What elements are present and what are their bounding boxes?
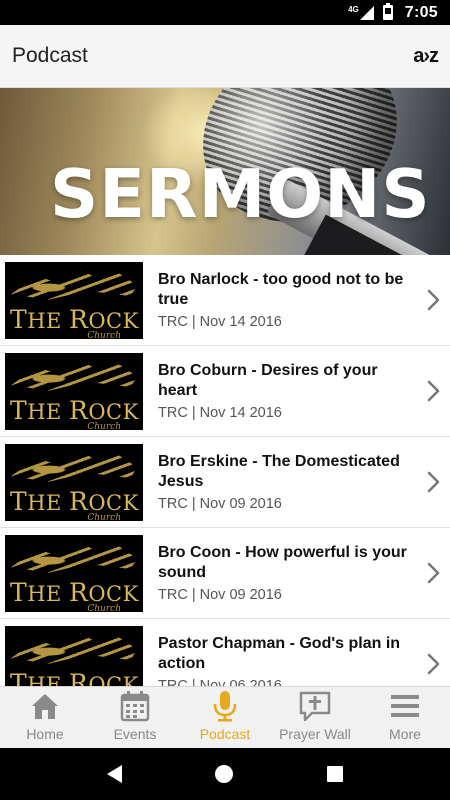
menu-icon: [391, 695, 419, 717]
nav-tab-podcast[interactable]: Podcast: [180, 687, 270, 748]
microphone-icon: [213, 691, 237, 722]
nav-tab-label: Prayer Wall: [279, 726, 351, 742]
thumbnail-logo-text: THE ROCK: [10, 395, 139, 425]
nav-tab-more[interactable]: More: [360, 687, 450, 748]
nav-tab-label: More: [389, 726, 421, 742]
sermons-banner: SERMONS: [0, 88, 450, 255]
prayer-icon: [299, 691, 331, 722]
sermon-list[interactable]: THE ROCK Church Bro Narlock - too good n…: [0, 255, 450, 686]
chevron-right-icon: [427, 471, 440, 493]
network-type: 4G: [348, 5, 359, 14]
system-nav-bar: [0, 748, 450, 800]
lion-logo-icon: [11, 360, 137, 391]
sermon-meta: TRC | Nov 14 2016: [158, 314, 282, 330]
sermon-meta: TRC | Nov 14 2016: [158, 405, 282, 421]
sermon-title: Pastor Chapman - God's plan in action: [158, 635, 401, 672]
thumbnail-church-text: Church: [87, 330, 121, 339]
status-bar: 4G 7:05: [0, 0, 450, 25]
lion-logo-icon: [11, 269, 137, 300]
app-bar: Podcast a›z: [0, 25, 450, 88]
sermon-title: Bro Coon - How powerful is your sound: [158, 544, 407, 581]
az-sort-button[interactable]: a›z: [413, 45, 439, 68]
bottom-nav: Home Events Podcast Prayer Wall More: [0, 686, 450, 748]
clock: 7:05: [404, 3, 438, 21]
thumbnail-logo-text: THE ROCK: [10, 304, 139, 334]
battery-icon: [382, 3, 393, 20]
sermon-title: Bro Narlock - too good not to be true: [158, 271, 404, 308]
signal-icon: [359, 5, 374, 20]
sermon-meta: TRC | Nov 09 2016: [158, 496, 282, 512]
sermon-meta: TRC | Nov 09 2016: [158, 587, 282, 603]
thumbnail-logo-text: THE ROCK: [10, 577, 139, 607]
banner-title: SERMONS: [50, 155, 431, 233]
page-title: Podcast: [12, 44, 88, 67]
nav-tab-prayer-wall[interactable]: Prayer Wall: [270, 687, 360, 748]
nav-tab-home[interactable]: Home: [0, 687, 90, 748]
nav-tab-events[interactable]: Events: [90, 687, 180, 748]
sermon-meta: TRC | Nov 06 2016: [158, 678, 282, 686]
sermon-list-item[interactable]: THE ROCK Church Bro Erskine - The Domest…: [0, 437, 450, 528]
the-rock-church-thumbnail: THE ROCK Church: [5, 534, 143, 612]
sermon-title: Bro Erskine - The Domesticated Jesus: [158, 453, 400, 490]
the-rock-church-thumbnail: THE ROCK Church: [5, 625, 143, 687]
chevron-right-icon: [427, 380, 440, 402]
nav-tab-label: Events: [113, 726, 157, 742]
thumbnail-church-text: Church: [87, 512, 121, 521]
sermon-list-item[interactable]: THE ROCK Church Pastor Chapman - God's p…: [0, 619, 450, 686]
thumbnail-logo-text: THE ROCK: [10, 486, 139, 516]
sermon-list-item[interactable]: THE ROCK Church Bro Narlock - too good n…: [0, 255, 450, 346]
chevron-right-icon: [427, 562, 440, 584]
thumbnail-logo-text: THE ROCK: [10, 668, 139, 687]
back-icon[interactable]: [106, 765, 122, 783]
the-rock-church-thumbnail: THE ROCK Church: [5, 443, 143, 521]
nav-tab-label: Podcast: [199, 726, 251, 742]
thumbnail-church-text: Church: [87, 421, 121, 430]
the-rock-church-thumbnail: THE ROCK Church: [5, 352, 143, 430]
thumbnail-church-text: Church: [87, 603, 121, 612]
home-circle-icon[interactable]: [215, 765, 234, 783]
recents-icon[interactable]: [327, 766, 344, 782]
calendar-icon: [120, 691, 150, 722]
sermon-title: Bro Coburn - Desires of your heart: [158, 362, 378, 399]
chevron-right-icon: [427, 653, 440, 675]
sermon-list-item[interactable]: THE ROCK Church Bro Coburn - Desires of …: [0, 346, 450, 437]
nav-tab-label: Home: [26, 726, 64, 742]
lion-logo-icon: [11, 542, 137, 573]
lion-logo-icon: [11, 633, 137, 664]
home-icon: [32, 694, 58, 719]
lion-logo-icon: [11, 451, 137, 482]
the-rock-church-thumbnail: THE ROCK Church: [5, 261, 143, 339]
chevron-right-icon: [427, 289, 440, 311]
sermon-list-item[interactable]: THE ROCK Church Bro Coon - How powerful …: [0, 528, 450, 619]
